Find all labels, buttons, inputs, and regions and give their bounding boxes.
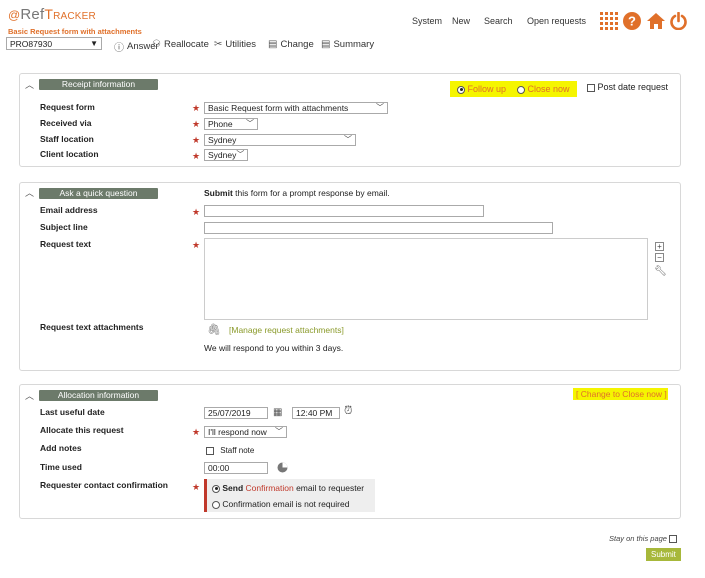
receipt-section-title: Receipt information — [39, 79, 158, 90]
change-to-close-link[interactable]: [ Change to Close now ] — [576, 389, 667, 399]
submit-note: Submit this form for a prompt response b… — [204, 188, 390, 198]
post-date-option[interactable]: Post date request — [587, 82, 668, 92]
required-star: ★ — [192, 427, 201, 437]
close-now-option[interactable]: Close now — [517, 84, 570, 94]
reallocate-icon: ⚇ — [152, 39, 161, 50]
request-text-area[interactable] — [204, 238, 648, 320]
svg-text:?: ? — [628, 14, 636, 29]
staff-note-checkbox[interactable] — [206, 446, 214, 455]
change-button[interactable]: ▤ Change — [268, 39, 314, 50]
allocation-section-title: Allocation information — [39, 390, 158, 401]
change-icon: ▤ — [268, 39, 278, 50]
staff-location-label: Staff location — [40, 134, 94, 144]
expand-text-button[interactable]: + — [655, 242, 664, 251]
time-used-label: Time used — [40, 462, 82, 472]
add-notes-label: Add notes — [40, 443, 82, 453]
question-section-title: Ask a quick question — [39, 188, 158, 199]
form-subtitle: Basic Request form with attachments — [8, 27, 142, 36]
shrink-text-button[interactable]: − — [655, 253, 664, 262]
summary-icon: ▤ — [321, 39, 331, 50]
app-logo: @RefTracker — [8, 6, 96, 23]
send-confirmation-radio[interactable] — [212, 484, 220, 493]
chevron-down-icon: ﹀ — [344, 135, 352, 144]
power-icon[interactable] — [670, 12, 687, 30]
required-star: ★ — [192, 240, 201, 250]
reallocate-button[interactable]: ⚇ Reallocate — [152, 39, 209, 50]
email-field[interactable] — [204, 205, 484, 217]
calendar-icon[interactable]: ▦ — [273, 407, 282, 418]
subject-field[interactable] — [204, 222, 553, 234]
collapse-question-icon[interactable]: ︿ — [25, 186, 34, 199]
clock-icon[interactable]: ⏰︎ — [344, 405, 353, 418]
wrench-icon[interactable]: 🔧︎ — [654, 266, 667, 277]
request-id-select[interactable]: PRO87930 ▼ — [6, 37, 102, 50]
utilities-button[interactable]: ✂ Utilities — [214, 39, 256, 50]
attachments-label: Request text attachments — [40, 322, 144, 332]
stay-on-page-option[interactable]: Stay on this page — [609, 534, 678, 544]
subject-label: Subject line — [40, 222, 88, 232]
timer-icon[interactable] — [277, 462, 288, 473]
post-date-checkbox[interactable] — [587, 83, 595, 92]
request-form-select[interactable]: Basic Request form with attachments ﹀ — [204, 102, 388, 114]
last-useful-time-field[interactable]: 12:40 PM — [292, 407, 340, 419]
summary-button[interactable]: ▤ Summary — [321, 39, 374, 50]
help-icon[interactable]: ? — [623, 12, 641, 30]
client-location-label: Client location — [40, 149, 99, 159]
paperclip-icon: 🖇︎ — [207, 324, 221, 336]
respond-note: We will respond to you within 3 days. — [204, 343, 344, 353]
no-confirmation-option[interactable]: Confirmation email is not required — [212, 499, 349, 509]
required-star: ★ — [192, 207, 201, 217]
manage-attachments-link[interactable]: [Manage request attachments] — [229, 325, 344, 335]
last-useful-label: Last useful date — [40, 407, 105, 417]
required-star: ★ — [192, 151, 201, 161]
received-via-label: Received via — [40, 118, 92, 128]
collapse-allocation-icon[interactable]: ︿ — [25, 389, 34, 402]
allocate-select[interactable]: I'll respond now ﹀ — [204, 426, 287, 438]
required-star: ★ — [192, 482, 201, 492]
close-now-radio[interactable] — [517, 85, 525, 94]
required-star: ★ — [192, 103, 201, 113]
home-icon[interactable] — [647, 12, 665, 30]
required-star: ★ — [192, 119, 201, 129]
nav-open-requests[interactable]: Open requests — [527, 16, 586, 26]
follow-up-option[interactable]: Follow up — [457, 84, 506, 94]
nav-system[interactable]: System — [412, 16, 442, 26]
collapse-receipt-icon[interactable]: ︿ — [25, 78, 34, 91]
nav-search[interactable]: Search — [484, 16, 513, 26]
last-useful-date-field[interactable]: 25/07/2019 — [204, 407, 268, 419]
allocate-label: Allocate this request — [40, 425, 124, 435]
submit-button[interactable]: Submit — [646, 548, 681, 561]
request-form-label: Request form — [40, 102, 95, 112]
chevron-down-icon: ﹀ — [376, 103, 384, 112]
follow-up-radio[interactable] — [457, 85, 465, 94]
confirmation-label: Requester contact confirmation — [40, 480, 168, 490]
staff-location-select[interactable]: Sydney ﹀ — [204, 134, 356, 146]
required-star: ★ — [192, 135, 201, 145]
time-used-field[interactable]: 00:00 — [204, 462, 268, 474]
utilities-icon: ✂ — [214, 39, 223, 50]
staff-note-option[interactable]: Staff note — [206, 446, 254, 455]
no-confirmation-radio[interactable] — [212, 500, 220, 509]
stay-on-page-checkbox[interactable] — [669, 535, 678, 544]
email-label: Email address — [40, 205, 98, 215]
apps-grid-icon[interactable] — [600, 12, 618, 30]
chevron-down-icon: ﹀ — [236, 150, 245, 159]
chevron-down-icon: ▼ — [90, 39, 98, 48]
received-via-select[interactable]: Phone ﹀ — [204, 118, 258, 130]
chevron-down-icon: ﹀ — [246, 119, 254, 128]
send-confirmation-option[interactable]: Send Confirmation email to requester — [212, 483, 364, 493]
info-icon: ⓘ — [114, 43, 124, 54]
client-location-select[interactable]: Sydney ﹀ — [204, 149, 248, 161]
chevron-down-icon: ﹀ — [275, 427, 283, 436]
request-text-label: Request text — [40, 239, 92, 249]
nav-new[interactable]: New — [452, 16, 470, 26]
